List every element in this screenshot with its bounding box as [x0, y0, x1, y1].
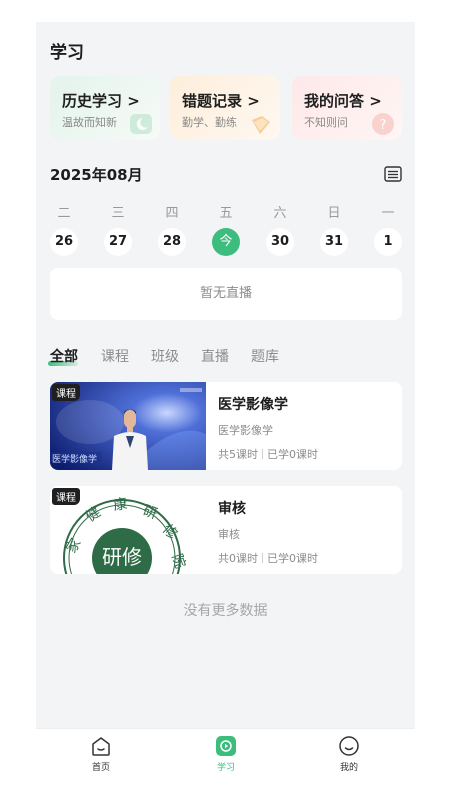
home-icon	[92, 737, 110, 756]
history-study-card[interactable]: 历史学习 > 温故而知新	[50, 76, 160, 140]
nav-profile[interactable]: 我的	[319, 735, 379, 773]
weekday-label: 日	[327, 206, 341, 221]
thumbnail-caption: 医学影像学	[52, 455, 98, 465]
date-item[interactable]: 31	[320, 228, 348, 256]
nav-study[interactable]: 学习	[196, 735, 256, 773]
wrong-questions-title: 错题记录 >	[182, 92, 260, 110]
profile-icon	[339, 736, 359, 756]
date-item[interactable]: 1	[374, 228, 402, 256]
meta-divider	[262, 449, 263, 459]
course-card[interactable]: 医学影像学 课程 医学影像学 医学影像学 共5课时 已学0课时	[50, 382, 402, 470]
nav-profile-label: 我的	[339, 763, 358, 773]
tab-class[interactable]: 班级	[151, 346, 179, 366]
weekday-label: 五	[219, 206, 233, 221]
course-title: 审核	[218, 501, 246, 517]
seal-char: 康	[112, 495, 128, 514]
my-qa-title: 我的问答 >	[304, 92, 382, 110]
quick-cards: 历史学习 > 温故而知新 错题记录 > 勤学、勤练 我的问答 > 不知则问 ?	[50, 76, 402, 140]
lessons-done: 已学0课时	[267, 448, 318, 461]
tab-live[interactable]: 直播	[201, 346, 229, 366]
seal-center-text: 研修	[102, 545, 142, 569]
course-badge: 课程	[52, 488, 80, 505]
my-qa-subtitle: 不知则问	[304, 116, 348, 129]
app-screen: 学习 历史学习 > 温故而知新 错题记录 > 勤学、勤练 我的问答 > 不知则问…	[36, 22, 415, 778]
my-qa-card[interactable]: 我的问答 > 不知则问 ?	[292, 76, 402, 140]
svg-text:?: ?	[380, 118, 387, 133]
nav-home[interactable]: 首页	[71, 735, 131, 773]
course-badge: 课程	[52, 384, 80, 401]
tab-all-label: 全部	[50, 349, 78, 365]
live-empty-box: 暂无直播	[50, 268, 402, 320]
history-study-subtitle: 温故而知新	[62, 116, 117, 129]
weekday-label: 三	[111, 206, 125, 221]
course-title: 医学影像学	[218, 397, 288, 413]
tab-question-bank[interactable]: 题库	[251, 346, 279, 366]
wrong-questions-card[interactable]: 错题记录 > 勤学、勤练	[170, 76, 280, 140]
wrong-questions-subtitle: 勤学、勤练	[182, 116, 237, 129]
question-deco-icon: ?	[372, 113, 394, 135]
notebook-deco-icon	[252, 116, 270, 134]
lessons-done: 已学0课时	[267, 552, 318, 565]
tab-all[interactable]: 全部	[48, 346, 78, 366]
history-study-title: 历史学习 >	[62, 92, 140, 110]
category-tabs: 全部 课程 班级 直播 题库	[48, 346, 402, 370]
list-end-text: 没有更多数据	[183, 603, 268, 619]
nav-study-label: 学习	[216, 763, 235, 773]
course-subtitle: 医学影像学	[218, 424, 273, 437]
course-card[interactable]: 家 健 康 研 修 院 研修 课程 审核 审核 共0课时 已学0课时	[50, 486, 402, 574]
study-icon	[216, 736, 236, 756]
date-row: 26 27 28 今 30 31 1	[50, 228, 402, 258]
nav-home-label: 首页	[91, 763, 110, 773]
bottom-nav: 首页 学习 我的	[36, 728, 415, 778]
month-label: 2025年08月	[50, 166, 143, 184]
meta-divider	[262, 553, 263, 563]
weekday-label: 二	[57, 206, 71, 221]
weekday-label: 一	[381, 206, 395, 221]
date-item[interactable]: 30	[266, 228, 294, 256]
course-thumbnail: 家 健 康 研 修 院 研修 课程	[50, 486, 206, 574]
date-item[interactable]: 27	[104, 228, 132, 256]
course-meta: 共0课时 已学0课时	[218, 550, 318, 566]
lessons-total: 共0课时	[218, 552, 258, 565]
weekday-label: 六	[273, 206, 287, 221]
course-thumbnail: 医学影像学 课程	[50, 382, 206, 470]
calendar-icon[interactable]	[384, 166, 402, 182]
date-item[interactable]: 26	[50, 228, 78, 256]
page-title: 学习	[50, 43, 84, 63]
date-item-today[interactable]: 今	[212, 228, 240, 256]
tab-course[interactable]: 课程	[101, 346, 129, 366]
date-item[interactable]: 28	[158, 228, 186, 256]
weekday-label: 四	[165, 206, 179, 221]
moon-deco-icon	[130, 114, 152, 134]
lessons-total: 共5课时	[218, 448, 258, 461]
course-meta: 共5课时 已学0课时	[218, 446, 318, 462]
month-row: 2025年08月	[50, 164, 402, 186]
course-subtitle: 审核	[218, 528, 240, 541]
weekday-row: 二 三 四 五 六 日 一	[50, 202, 402, 221]
live-empty-text: 暂无直播	[199, 286, 252, 301]
